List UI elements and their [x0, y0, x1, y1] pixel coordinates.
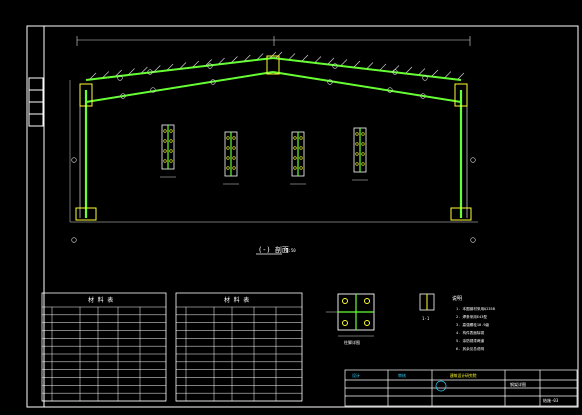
section-bolt	[226, 146, 230, 150]
note-line: 3. 高强螺栓10.9级	[456, 322, 490, 327]
purlin	[392, 65, 400, 72]
design-notes: 说明 1. 本图钢材采用Q235B 2. 焊条采用E43型 3. 高强螺栓10.…	[452, 295, 495, 351]
section-bolt	[163, 139, 167, 143]
note-line: 2. 焊条采用E43型	[456, 314, 487, 319]
cross-section-details	[160, 124, 368, 185]
section-bolt	[299, 146, 303, 150]
purlin	[366, 62, 374, 69]
section-bolt	[163, 129, 167, 133]
purlin	[431, 69, 439, 77]
bolt-marker	[71, 157, 77, 163]
section-bolt	[293, 156, 297, 160]
section-bolt	[299, 136, 303, 140]
drawing-border	[26, 25, 579, 408]
section-bolt	[232, 146, 236, 150]
section-bolt	[299, 156, 303, 160]
purlin	[418, 68, 426, 75]
section-bolt	[163, 149, 167, 153]
purlin	[314, 56, 322, 63]
table-left-grid	[42, 306, 166, 402]
section-bolt	[355, 132, 359, 136]
section-bolt	[226, 156, 230, 160]
notes-heading: 说明	[452, 295, 462, 302]
base-plate-detail: 柱脚详图	[326, 293, 375, 345]
purlin	[327, 57, 335, 65]
purlin	[301, 54, 309, 62]
section-bolt	[355, 152, 359, 156]
section-bolt	[355, 142, 359, 146]
section-bolt	[299, 166, 303, 170]
purlin	[405, 66, 413, 74]
portal-frame	[69, 57, 478, 223]
section-bolt	[355, 162, 359, 166]
elevation-title: (-) 剖面	[258, 245, 289, 254]
title-block-company: 建筑设计研究院	[450, 373, 477, 378]
section-bolt	[169, 159, 173, 163]
section-bolt	[232, 136, 236, 140]
purlin	[269, 51, 277, 59]
cad-drawing-canvas: (-) 剖面 1:50 材 料 表 材 料 表 柱脚详图 1-1 说明 1. 本…	[0, 0, 582, 411]
purlin	[353, 60, 361, 68]
section-bolt	[226, 166, 230, 170]
note-line: 1. 本图钢材采用Q235B	[456, 306, 495, 311]
table-left-title: 材 料 表	[88, 296, 113, 304]
title-block-cell-b: 审核	[398, 372, 406, 378]
title-block-drawing-name: 钢架详图	[510, 381, 526, 387]
section-bolt	[226, 136, 230, 140]
material-table-left: 材 料 表	[41, 292, 167, 402]
small-detail: 1-1	[419, 293, 435, 321]
purlin	[444, 71, 452, 78]
bolt-marker	[71, 237, 77, 243]
bolt-marker	[470, 157, 476, 163]
section-bolt	[232, 166, 236, 170]
title-block-cell-a: 设计	[352, 372, 360, 378]
section-bolt	[163, 159, 167, 163]
purlin	[379, 63, 387, 71]
note-line: 4. 构件表面除锈	[456, 330, 484, 335]
purlin	[340, 59, 348, 66]
note-line: 6. 其余见总说明	[456, 346, 484, 351]
title-block-sheet: 结施-03	[543, 397, 559, 403]
section-bolt	[361, 142, 365, 146]
elevation-scale: 1:50	[286, 248, 296, 253]
section-bolt	[293, 146, 297, 150]
section-bolt	[169, 149, 173, 153]
section-bolt	[361, 132, 365, 136]
table-right-title: 材 料 表	[224, 296, 249, 304]
purlin	[457, 72, 465, 80]
bolt-marker	[470, 237, 476, 243]
section-bolt	[293, 136, 297, 140]
frame-bolt-markers	[71, 63, 476, 243]
purlin	[288, 53, 296, 60]
base-plate-label: 柱脚详图	[344, 339, 360, 345]
connection-plates	[75, 55, 472, 221]
section-bolt	[169, 129, 173, 133]
material-table-right: 材 料 表	[175, 292, 303, 402]
table-right-grid	[176, 306, 302, 402]
section-bolt	[293, 166, 297, 170]
note-line: 5. 涂防锈漆两道	[456, 338, 484, 343]
top-dimension-line	[76, 36, 471, 46]
small-detail-label: 1-1	[422, 316, 430, 321]
section-bolt	[169, 139, 173, 143]
section-bolt	[361, 152, 365, 156]
cad-drawing: (-) 剖面 1:50 材 料 表 材 料 表 柱脚详图 1-1 说明 1. 本…	[26, 25, 579, 408]
section-bolt	[361, 162, 365, 166]
section-bolt	[232, 156, 236, 160]
